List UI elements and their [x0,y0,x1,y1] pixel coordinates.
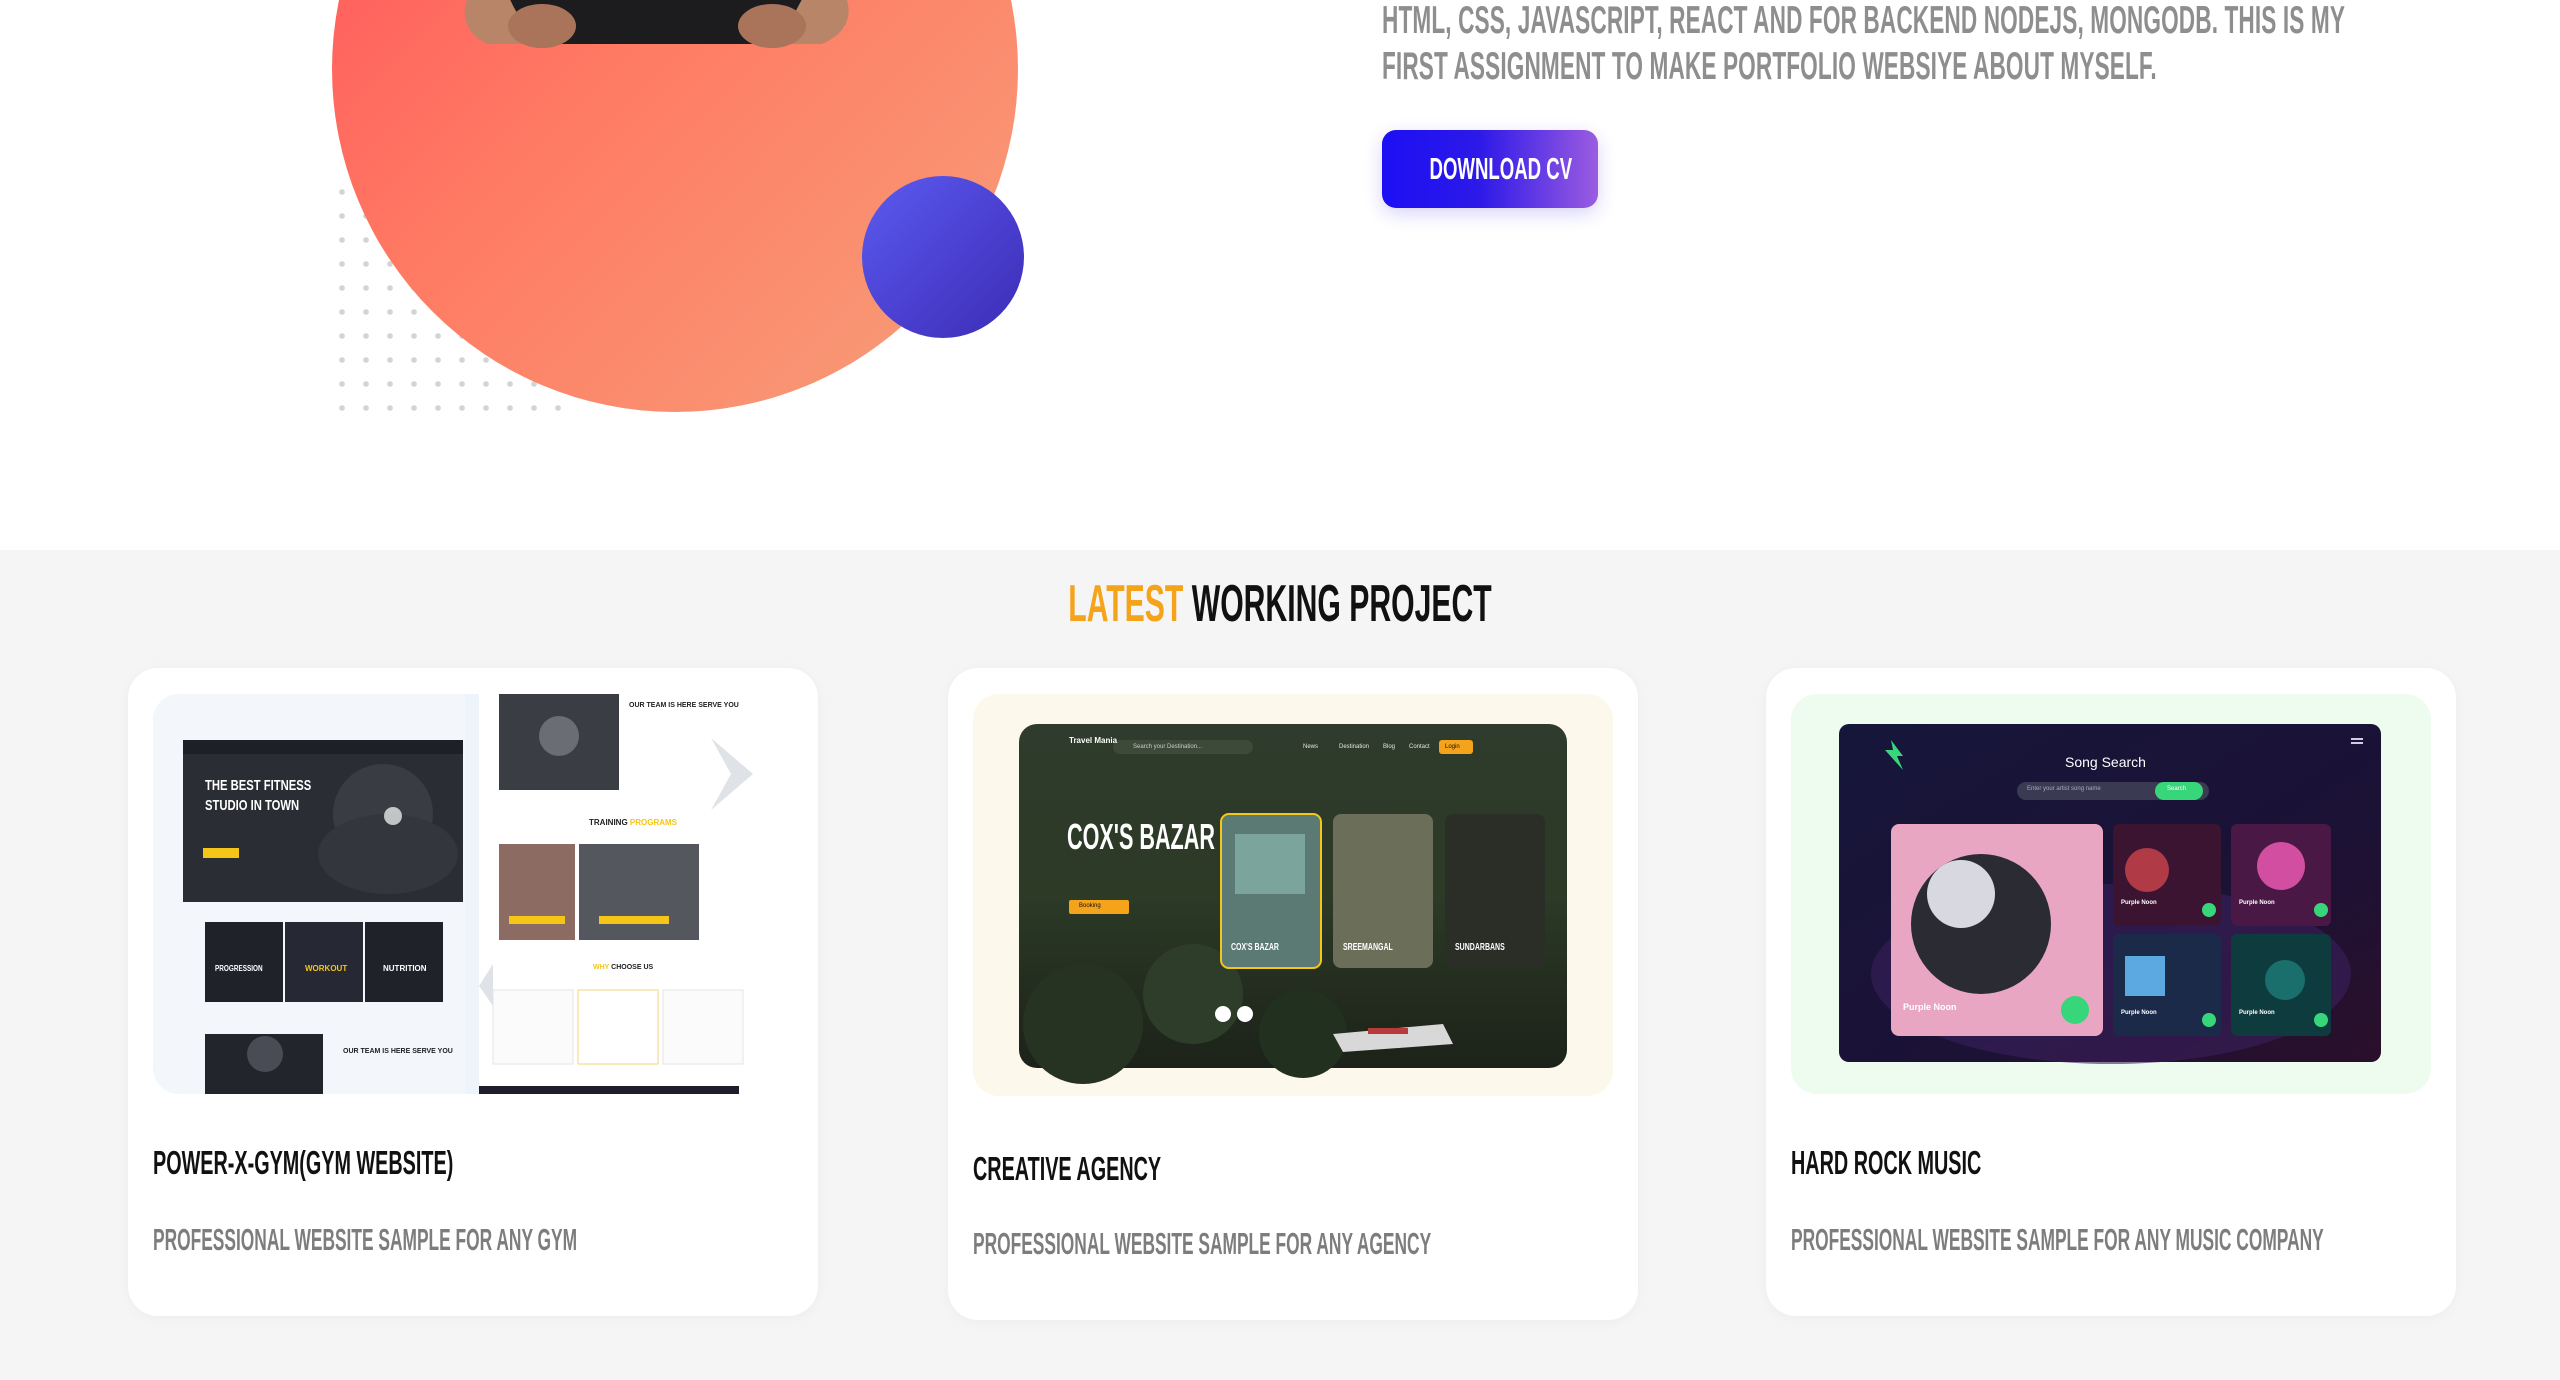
projects-section: LATEST WORKING PROJECT THE BEST FITNESS … [0,550,2560,1380]
gym-training-heading: TRAINING PROGRAMS [589,818,677,827]
about-section: HTML, CSS, JAVASCRIPT, REACT AND FOR BAC… [0,0,2560,550]
travel-search-placeholder: Search your Destination... [1133,744,1203,750]
gym-cat-nutrition: NUTRITION [383,964,427,973]
project-name-text: HARD ROCK MUSIC [1791,1144,1982,1181]
travel-nav-destination: Destination [1339,744,1370,750]
gym-cat-workout: WORKOUT [305,964,348,973]
project-description: PROFESSIONAL WEBSITE SAMPLE FOR ANY MUSI… [1791,1222,2560,1258]
download-cv-label: DOWNLOAD CV [1429,151,1573,186]
project-card-gym[interactable]: THE BEST FITNESS STUDIO IN TOWN PROGRESS… [128,668,818,1316]
gym-why-word: WHY [593,964,610,971]
project-name: POWER-X-GYM(GYM WEBSITE) [153,1144,653,1182]
project-name: CREATIVE AGENCY [973,1150,1287,1188]
travel-nav-blog: Blog [1383,744,1396,750]
gym-team-heading-2: OUR TEAM IS HERE SERVE YOU [343,1048,453,1055]
gym-training-word: TRAINING [589,818,628,827]
music-search-placeholder: Enter your artist song name [2027,786,2101,792]
travel-slide-1: COX'S BAZAR [1231,942,1279,953]
travel-logo: Travel Mania [1069,736,1118,745]
project-description-text: PROFESSIONAL WEBSITE SAMPLE FOR ANY GYM [153,1222,578,1257]
project-card-agency[interactable]: Travel Mania Search your Destination... … [948,668,1638,1320]
gym-choose-word: CHOOSE US [611,964,654,971]
project-thumbnail-agency[interactable]: Travel Mania Search your Destination... … [973,694,1613,1096]
gym-hero-line2: STUDIO IN TOWN [205,797,300,814]
about-description: HTML, CSS, JAVASCRIPT, REACT AND FOR BAC… [1382,0,2560,90]
travel-website-preview [973,694,1613,1096]
project-name-text: CREATIVE AGENCY [973,1150,1162,1187]
travel-nav-contact: Contact [1409,744,1430,750]
project-card-music[interactable]: Song Search Enter your artist song name … [1766,668,2456,1316]
project-thumbnail-gym[interactable]: THE BEST FITNESS STUDIO IN TOWN PROGRESS… [153,694,793,1094]
gym-why-heading: WHY CHOOSE US [593,964,653,971]
title-accent: LATEST [1068,575,1184,633]
title-main: WORKING PROJECT [1191,575,1492,633]
about-line-2: FIRST ASSIGNMENT TO MAKE PORTFOLIO WEBSI… [1382,45,2157,88]
gym-team-heading: OUR TEAM IS HERE SERVE YOU [629,702,739,709]
music-tile-1: Purple Noon [1903,1002,1957,1012]
project-description-text: PROFESSIONAL WEBSITE SAMPLE FOR ANY AGEN… [973,1226,1432,1261]
music-search-button: Search [2167,786,2187,792]
section-title: LATEST WORKING PROJECT [0,574,2560,634]
travel-nav-news: News [1303,744,1319,750]
person-illustration [464,0,849,48]
music-heading: Song Search [2065,754,2146,770]
gym-hero-text: THE BEST FITNESS STUDIO IN TOWN [205,776,311,816]
about-line-1: HTML, CSS, JAVASCRIPT, REACT AND FOR BAC… [1382,0,2346,42]
travel-headline: COX'S BAZAR [1067,816,1215,857]
project-name: HARD ROCK MUSIC [1791,1144,2108,1182]
gym-cat-progression: PROGRESSION [215,964,263,973]
project-name-text: POWER-X-GYM(GYM WEBSITE) [153,1144,454,1181]
decorative-blue-circle [862,176,1024,338]
travel-slide-3: SUNDARBANS [1455,942,1505,953]
travel-slide-2: SREEMANGAL [1343,942,1393,953]
project-description-text: PROFESSIONAL WEBSITE SAMPLE FOR ANY MUSI… [1791,1222,2324,1257]
gym-website-preview [153,694,793,1094]
project-description: PROFESSIONAL WEBSITE SAMPLE FOR ANY GYM [153,1222,910,1258]
gym-hero-line1: THE BEST FITNESS [205,777,312,794]
project-description: PROFESSIONAL WEBSITE SAMPLE FOR ANY AGEN… [973,1226,1791,1262]
project-thumbnail-music[interactable]: Song Search Enter your artist song name … [1791,694,2431,1094]
gym-programs-word: PROGRAMS [629,818,678,827]
download-cv-button[interactable]: DOWNLOAD CV [1382,130,1598,208]
music-tile-3: Purple Noon [2239,900,2275,906]
travel-login: Login [1445,744,1460,750]
music-tile-5: Purple Noon [2239,1010,2275,1016]
music-tile-4: Purple Noon [2121,1010,2157,1016]
music-tile-2: Purple Noon [2121,900,2157,906]
travel-booking: Booking [1079,903,1101,909]
